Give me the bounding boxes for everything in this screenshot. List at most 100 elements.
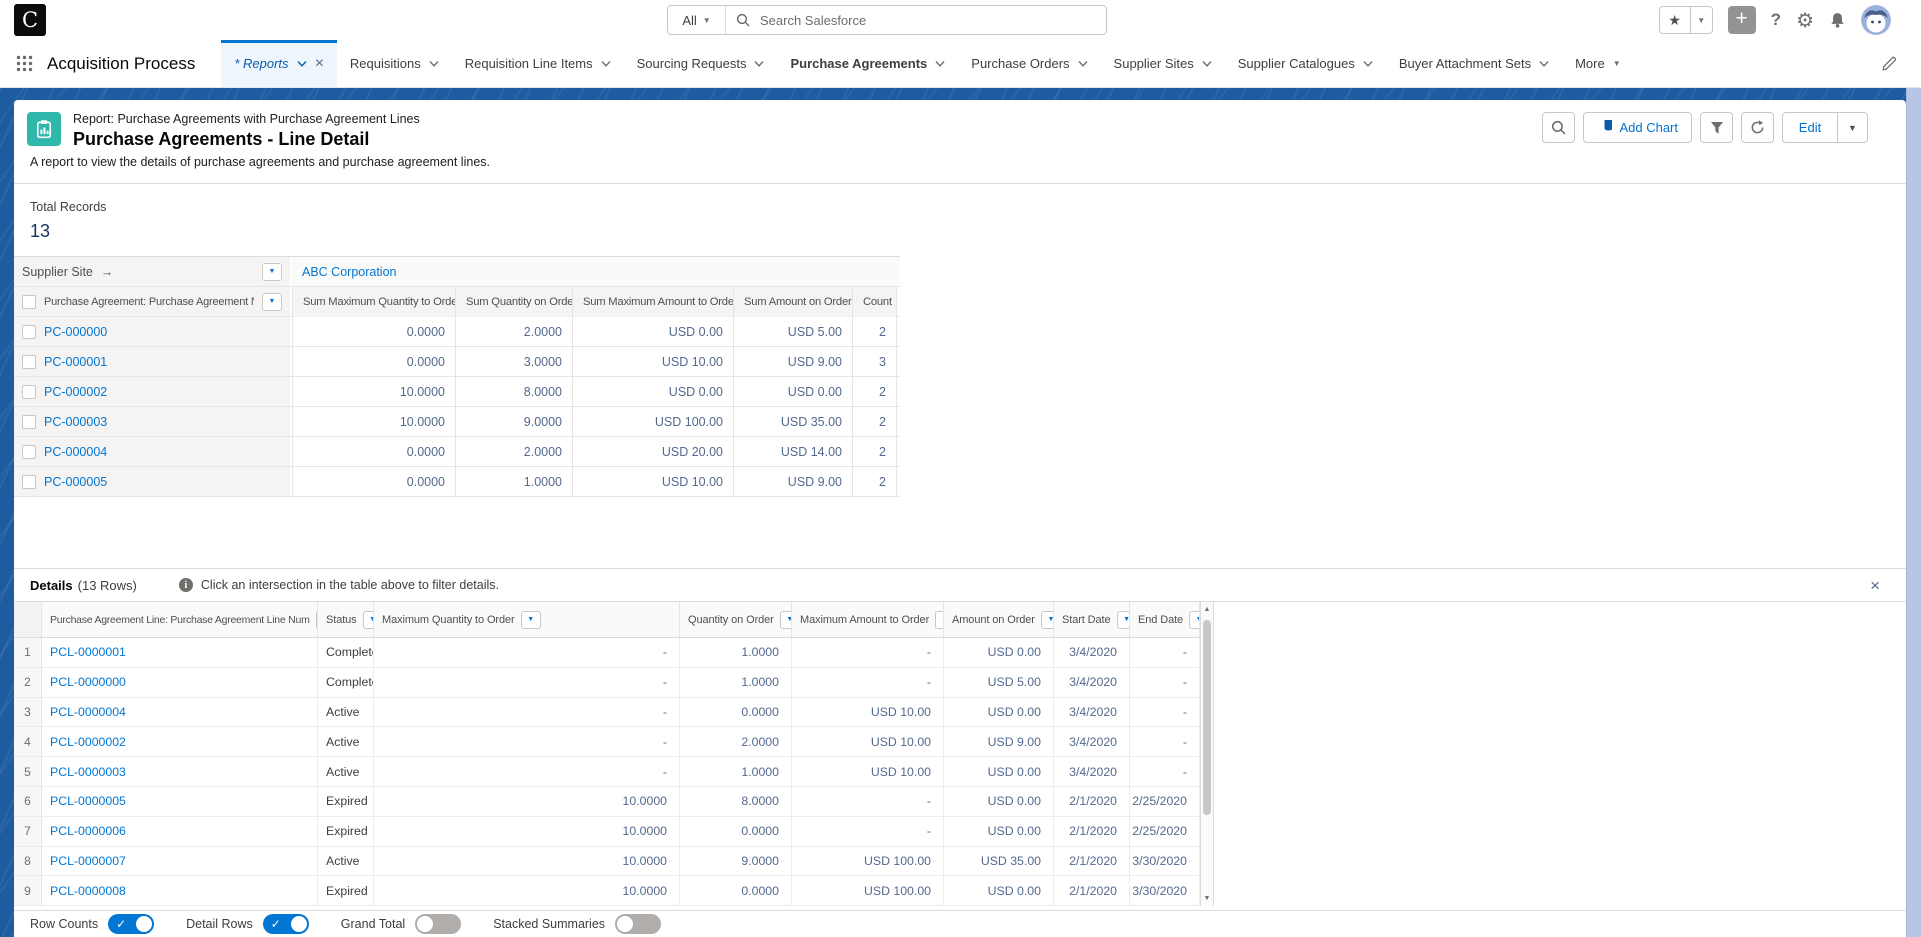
purchase-agreement-link[interactable]: PC-000002	[44, 385, 107, 399]
chevron-down-icon[interactable]	[754, 61, 764, 67]
column-menu-button[interactable]: ▼	[1117, 611, 1130, 629]
summary-value-cell[interactable]: USD 0.00	[572, 377, 733, 406]
edit-caret-button[interactable]: ▼	[1838, 112, 1868, 143]
summary-value-cell[interactable]: 2	[852, 437, 897, 466]
summary-value-cell[interactable]: 0.0000	[292, 347, 455, 376]
tab-more[interactable]: More▼	[1562, 40, 1634, 87]
tab-supplier-sites[interactable]: Supplier Sites	[1101, 40, 1225, 87]
row-checkbox[interactable]	[22, 475, 36, 489]
summary-value-cell[interactable]: USD 0.00	[733, 377, 852, 406]
summary-value-cell[interactable]: 2	[852, 317, 897, 346]
purchase-agreement-line-link[interactable]: PCL-0000008	[50, 884, 126, 898]
purchase-agreement-line-link[interactable]: PCL-0000007	[50, 854, 126, 868]
scroll-up-icon[interactable]: ▲	[1201, 606, 1213, 613]
summary-value-cell[interactable]: USD 5.00	[733, 317, 852, 346]
edit-nav-pencil-icon[interactable]	[1882, 56, 1897, 71]
purchase-agreement-line-link[interactable]: PCL-0000004	[50, 705, 126, 719]
summary-value-cell[interactable]: USD 10.00	[572, 347, 733, 376]
row-checkbox[interactable]	[22, 355, 36, 369]
tab-supplier-catalogues[interactable]: Supplier Catalogues	[1225, 40, 1386, 87]
summary-value-cell[interactable]: USD 100.00	[572, 407, 733, 436]
purchase-agreement-line-link[interactable]: PCL-0000001	[50, 645, 126, 659]
summary-value-cell[interactable]: 2.0000	[455, 437, 572, 466]
details-column-header[interactable]: Start Date▼	[1054, 602, 1130, 637]
global-add-button[interactable]: +	[1728, 6, 1756, 34]
tab-sourcing-requests[interactable]: Sourcing Requests	[624, 40, 778, 87]
user-avatar[interactable]	[1861, 5, 1891, 35]
notifications-bell-icon[interactable]	[1829, 12, 1846, 29]
summary-value-cell[interactable]: 1.0000	[455, 467, 572, 496]
chevron-down-icon[interactable]	[1078, 61, 1088, 67]
scroll-down-icon[interactable]: ▼	[1201, 895, 1213, 902]
details-column-header[interactable]: Purchase Agreement Line: Purchase Agreem…	[42, 602, 318, 637]
search-input[interactable]	[758, 12, 1096, 29]
summary-value-cell[interactable]: 3	[852, 347, 897, 376]
summary-value-cell[interactable]: 0.0000	[292, 467, 455, 496]
details-column-header[interactable]: End Date▼	[1130, 602, 1200, 637]
app-launcher-icon[interactable]	[16, 55, 33, 72]
summary-value-cell[interactable]: USD 10.00	[572, 467, 733, 496]
summary-value-cell[interactable]: USD 20.00	[572, 437, 733, 466]
help-icon[interactable]: ?	[1771, 10, 1781, 30]
purchase-agreement-link[interactable]: PC-000001	[44, 355, 107, 369]
favorites-star-icon[interactable]: ★	[1660, 7, 1690, 33]
chevron-down-icon[interactable]	[297, 61, 307, 67]
purchase-agreement-line-link[interactable]: PCL-0000005	[50, 794, 126, 808]
summary-value-cell[interactable]: 2	[852, 377, 897, 406]
summary-value-cell[interactable]: 9.0000	[455, 407, 572, 436]
summary-value-cell[interactable]: 10.0000	[292, 377, 455, 406]
summary-value-cell[interactable]: USD 35.00	[733, 407, 852, 436]
summary-value-cell[interactable]: 2	[852, 407, 897, 436]
details-column-header[interactable]: Maximum Amount to Order▼	[792, 602, 944, 637]
summary-value-cell[interactable]: 0.0000	[292, 317, 455, 346]
summary-value-cell[interactable]: USD 9.00	[733, 347, 852, 376]
search-scope-dropdown[interactable]: All▼	[668, 6, 726, 34]
purchase-agreement-link[interactable]: PC-000000	[44, 325, 107, 339]
chevron-down-icon[interactable]	[1539, 61, 1549, 67]
purchase-agreement-line-link[interactable]: PCL-0000002	[50, 735, 126, 749]
column-menu-button[interactable]: ▼	[1189, 611, 1200, 629]
scrollbar-thumb[interactable]	[1203, 620, 1211, 815]
add-chart-button[interactable]: Add Chart	[1583, 112, 1692, 143]
row-group-menu-button[interactable]: ▼	[262, 293, 282, 311]
chevron-down-icon[interactable]	[429, 61, 439, 67]
close-tab-icon[interactable]: ×	[315, 56, 324, 72]
details-scrollbar[interactable]: ▲ ▼	[1200, 602, 1214, 906]
chevron-down-icon[interactable]	[1202, 61, 1212, 67]
refresh-button[interactable]	[1741, 112, 1774, 143]
summary-value-cell[interactable]: USD 0.00	[572, 317, 733, 346]
purchase-agreement-line-link[interactable]: PCL-0000003	[50, 765, 126, 779]
details-column-header[interactable]: Amount on Order▼	[944, 602, 1054, 637]
row-checkbox[interactable]	[22, 325, 36, 339]
tab-requisition-line-items[interactable]: Requisition Line Items	[452, 40, 624, 87]
details-column-header[interactable]: Status▼	[318, 602, 374, 637]
toggle-row-counts[interactable]: ✓	[108, 914, 154, 934]
column-menu-button[interactable]: ▼	[521, 611, 541, 629]
select-all-checkbox[interactable]	[22, 295, 36, 309]
row-checkbox[interactable]	[22, 415, 36, 429]
summary-value-cell[interactable]: 2.0000	[455, 317, 572, 346]
tab-purchase-agreements[interactable]: Purchase Agreements	[777, 40, 958, 87]
chevron-down-icon[interactable]	[601, 61, 611, 67]
details-column-header[interactable]: Quantity on Order▼	[680, 602, 792, 637]
summary-value-cell[interactable]: 10.0000	[292, 407, 455, 436]
toggle-grand-total[interactable]	[415, 914, 461, 934]
edit-button[interactable]: Edit	[1782, 112, 1838, 143]
purchase-agreement-link[interactable]: PC-000005	[44, 475, 107, 489]
summary-value-cell[interactable]: 0.0000	[292, 437, 455, 466]
summary-value-cell[interactable]: 8.0000	[455, 377, 572, 406]
global-search[interactable]: All▼	[667, 5, 1107, 35]
caret-down-icon[interactable]: ▼	[1613, 59, 1621, 68]
supplier-site-link[interactable]: ABC Corporation	[302, 265, 397, 279]
summary-value-cell[interactable]: 3.0000	[455, 347, 572, 376]
purchase-agreement-line-link[interactable]: PCL-0000006	[50, 824, 126, 838]
chevron-down-icon[interactable]	[935, 61, 945, 67]
purchase-agreement-link[interactable]: PC-000004	[44, 445, 107, 459]
details-close-icon[interactable]: ×	[1870, 576, 1880, 596]
tab-purchase-orders[interactable]: Purchase Orders	[958, 40, 1100, 87]
summary-value-cell[interactable]: 2	[852, 467, 897, 496]
page-scrollbar[interactable]	[1906, 88, 1921, 937]
tab-buyer-attachment-sets[interactable]: Buyer Attachment Sets	[1386, 40, 1562, 87]
chevron-down-icon[interactable]	[1363, 61, 1373, 67]
column-menu-button[interactable]: ▼	[780, 611, 792, 629]
